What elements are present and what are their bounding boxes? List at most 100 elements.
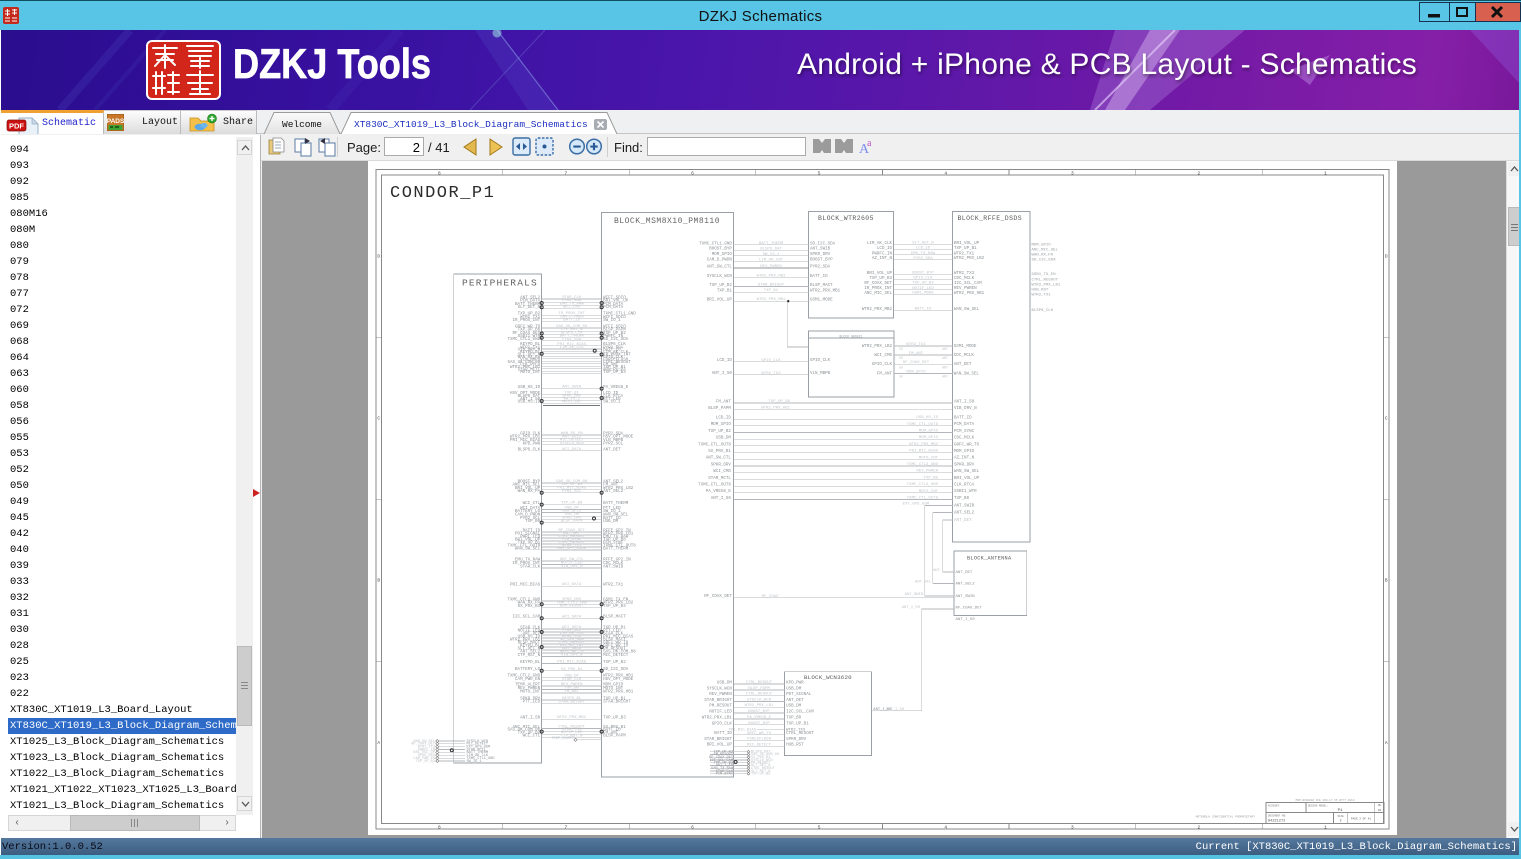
svg-text:BATT_THERM: BATT_THERM (759, 242, 784, 246)
svg-text:ANT_SWIB: ANT_SWIB (956, 595, 976, 599)
svg-text:TXP_UP_B1: TXP_UP_B1 (954, 247, 977, 251)
svg-text:WTR2_PRX_HB1: WTR2_PRX_HB1 (954, 292, 985, 296)
svg-text:ANT_SW_CTL: ANT_SW_CTL (706, 457, 732, 461)
svg-text:KEYPD_BL: KEYPD_BL (520, 661, 541, 665)
svg-text:C: C (1385, 416, 1388, 422)
svg-text:IR_PROX_INT: IR_PROX_INT (864, 287, 892, 291)
svg-text:WAN_SW_SEL: WAN_SW_SEL (954, 308, 980, 312)
svg-text:BATT_ID: BATT_ID (563, 319, 580, 323)
svg-text:GPIO_CLK: GPIO_CLK (913, 277, 933, 281)
svg-text:STAR_MCTL: STAR_MCTL (708, 477, 731, 481)
svg-text:ANT_I_50: ANT_I_50 (954, 400, 975, 404)
svg-text:GPIO_CLK: GPIO_CLK (810, 359, 831, 363)
svg-text:WTR2_PRX_MB1: WTR2_PRX_MB1 (810, 290, 841, 294)
svg-text:FORCEFLASH: FORCEFLASH (747, 738, 772, 742)
svg-text:C: C (377, 416, 380, 422)
svg-text:RF_COAX_DET: RF_COAX_DET (864, 282, 892, 286)
svg-text:ANT_SW_CTL: ANT_SW_CTL (707, 265, 733, 269)
svg-text:PRI_MIC_BIAS: PRI_MIC_BIAS (909, 450, 938, 454)
svg-text:B: B (377, 578, 380, 584)
svg-text:BLSP_PAPM: BLSP_PAPM (561, 520, 583, 524)
svg-text:WAN_SW_SEL: WAN_SW_SEL (954, 470, 980, 474)
svg-text:5X_PRX_B1: 5X_PRX_B1 (708, 450, 731, 454)
svg-text:TEMP_ALERT: TEMP_ALERT (551, 737, 575, 741)
svg-text:GPIO_CLK: GPIO_CLK (712, 722, 733, 726)
svg-text:BRI_VOL_UP: BRI_VOL_UP (954, 477, 980, 481)
svg-text:TXMC_CTL_OUT8: TXMC_CTL_OUT8 (698, 443, 731, 447)
svg-text:ANT_DET: ANT_DET (603, 448, 621, 452)
svg-text:USB_DM: USB_DM (603, 520, 619, 524)
svg-text:BOOST_BYP: BOOST_BYP (912, 271, 934, 275)
svg-text:5X_PRX_B1: 5X_PRX_B1 (518, 605, 541, 609)
svg-text:AZ_INT_N: AZ_INT_N (954, 457, 975, 461)
svg-text:HSV_OPT_MODE: HSV_OPT_MODE (557, 547, 586, 551)
svg-text:USB_DM: USB_DM (786, 687, 802, 691)
svg-text:BATT_ID: BATT_ID (714, 732, 732, 736)
svg-text:WTR2_PRX_HB1: WTR2_PRX_HB1 (757, 275, 786, 279)
svg-text:1: 1 (1324, 824, 1327, 830)
svg-text:USB_DM: USB_DM (717, 681, 733, 685)
svg-text:ANT: ANT (933, 569, 941, 573)
svg-text:7: 7 (565, 170, 568, 176)
svg-text:WCI_CTL: WCI_CTL (523, 735, 541, 739)
svg-text:PA_VREG8_E: PA_VREG8_E (747, 716, 772, 720)
svg-text:REV_PWREN: REV_PWREN (916, 470, 938, 474)
svg-text:TXP_UP_B3: TXP_UP_B3 (603, 371, 626, 375)
svg-text:STAR_BRIGHT: STAR_BRIGHT (558, 700, 585, 704)
svg-text:CTP_RST_N: CTP_RST_N (518, 654, 541, 658)
svg-text:BATT_THERM: BATT_THERM (603, 502, 629, 506)
svg-text:MDM_GPIO: MDM_GPIO (954, 450, 975, 454)
svg-text:MIC_DETECT: MIC_DETECT (603, 654, 629, 658)
svg-text:TXP_UP_B2: TXP_UP_B2 (912, 282, 934, 286)
svg-text:ANT_DET: ANT_DET (956, 571, 973, 575)
svg-text:CLK_RTCA: CLK_RTCA (954, 484, 975, 488)
svg-text:MDM_GPIO: MDM_GPIO (906, 371, 926, 375)
svg-text:GSM1_MODE: GSM1_MODE (954, 345, 977, 349)
svg-text:TXP_UP_B8: TXP_UP_B8 (561, 502, 583, 506)
svg-text:EXT_GPS_GSM: EXT_GPS_GSM (903, 503, 930, 507)
svg-text:PYR2_SDA: PYR2_SDA (562, 338, 582, 342)
svg-text:4: 4 (944, 170, 947, 176)
svg-text:ANT: ANT (942, 375, 948, 379)
svg-text:CTRL_RESOUT: CTRL_RESOUT (786, 732, 814, 736)
svg-text:B: B (1385, 578, 1388, 584)
svg-text:HSV_OPT_MODE: HSV_OPT_MODE (603, 678, 634, 682)
svg-text:HUB_RST: HUB_RST (786, 744, 804, 748)
svg-text:MOTO_INT: MOTO_INT (520, 371, 541, 375)
svg-text:ANT_SEL2: ANT_SEL2 (956, 583, 976, 587)
svg-text:SPKR_DRV: SPKR_DRV (810, 253, 831, 257)
svg-text:KPD_PWR: KPD_PWR (786, 681, 804, 685)
svg-text:GPIO_CLK: GPIO_CLK (761, 359, 781, 363)
svg-text:CAM_D_PWDN: CAM_D_PWDN (707, 259, 733, 263)
svg-text:DOCUMENT NO:: DOCUMENT NO: (1268, 815, 1287, 818)
svg-text:WCI_DATA: WCI_DATA (562, 615, 582, 619)
svg-text:CDC_MCLK: CDC_MCLK (954, 354, 975, 358)
svg-text:STAR_BRIGHT: STAR_BRIGHT (603, 701, 631, 705)
svg-text:PYR2_SCL: PYR2_SCL (603, 442, 624, 446)
svg-text:SW_IO_1: SW_IO_1 (603, 401, 621, 405)
svg-text:CTRL_RESOUT: CTRL_RESOUT (1032, 279, 1059, 283)
svg-text:KPD_PWR: KPD_PWR (523, 442, 541, 446)
svg-text:D: D (1385, 254, 1388, 260)
svg-text:PAGE 2 OF 41: PAGE 2 OF 41 (1351, 818, 1371, 821)
svg-text:50: 50 (899, 365, 903, 369)
svg-text:VLN_MBPB: VLN_MBPB (810, 372, 831, 376)
svg-text:SPKR_DRV: SPKR_DRV (954, 463, 975, 467)
svg-text:50: 50 (899, 356, 903, 360)
svg-text:BLSP_PAPM: BLSP_PAPM (748, 687, 770, 691)
svg-text:TXP_UP_B8: TXP_UP_B8 (768, 400, 790, 404)
svg-text:ANT_I_50: ANT_I_50 (711, 497, 732, 501)
svg-text:50: 50 (899, 347, 903, 351)
svg-text:TXP_UP_B2: TXP_UP_B2 (709, 284, 732, 288)
svg-text:VIB_DRV_N: VIB_DRV_N (561, 654, 583, 658)
svg-text:WTR2_PRX_LB2: WTR2_PRX_LB2 (862, 345, 893, 349)
svg-text:WTR2_TX1: WTR2_TX1 (603, 584, 624, 588)
svg-text:WAN_SW_SEL: WAN_SW_SEL (515, 547, 541, 551)
svg-text:PCM_DATA: PCM_DATA (954, 423, 975, 427)
svg-text:REV_PWREN: REV_PWREN (760, 265, 782, 269)
svg-text:LCD_ID: LCD_ID (716, 417, 732, 421)
svg-text:8: 8 (438, 170, 441, 176)
svg-text:3: 3 (1071, 824, 1074, 830)
svg-text:HUB_RST: HUB_RST (1032, 289, 1049, 293)
svg-text:SLT_DET_N: SLT_DET_N (912, 242, 934, 246)
